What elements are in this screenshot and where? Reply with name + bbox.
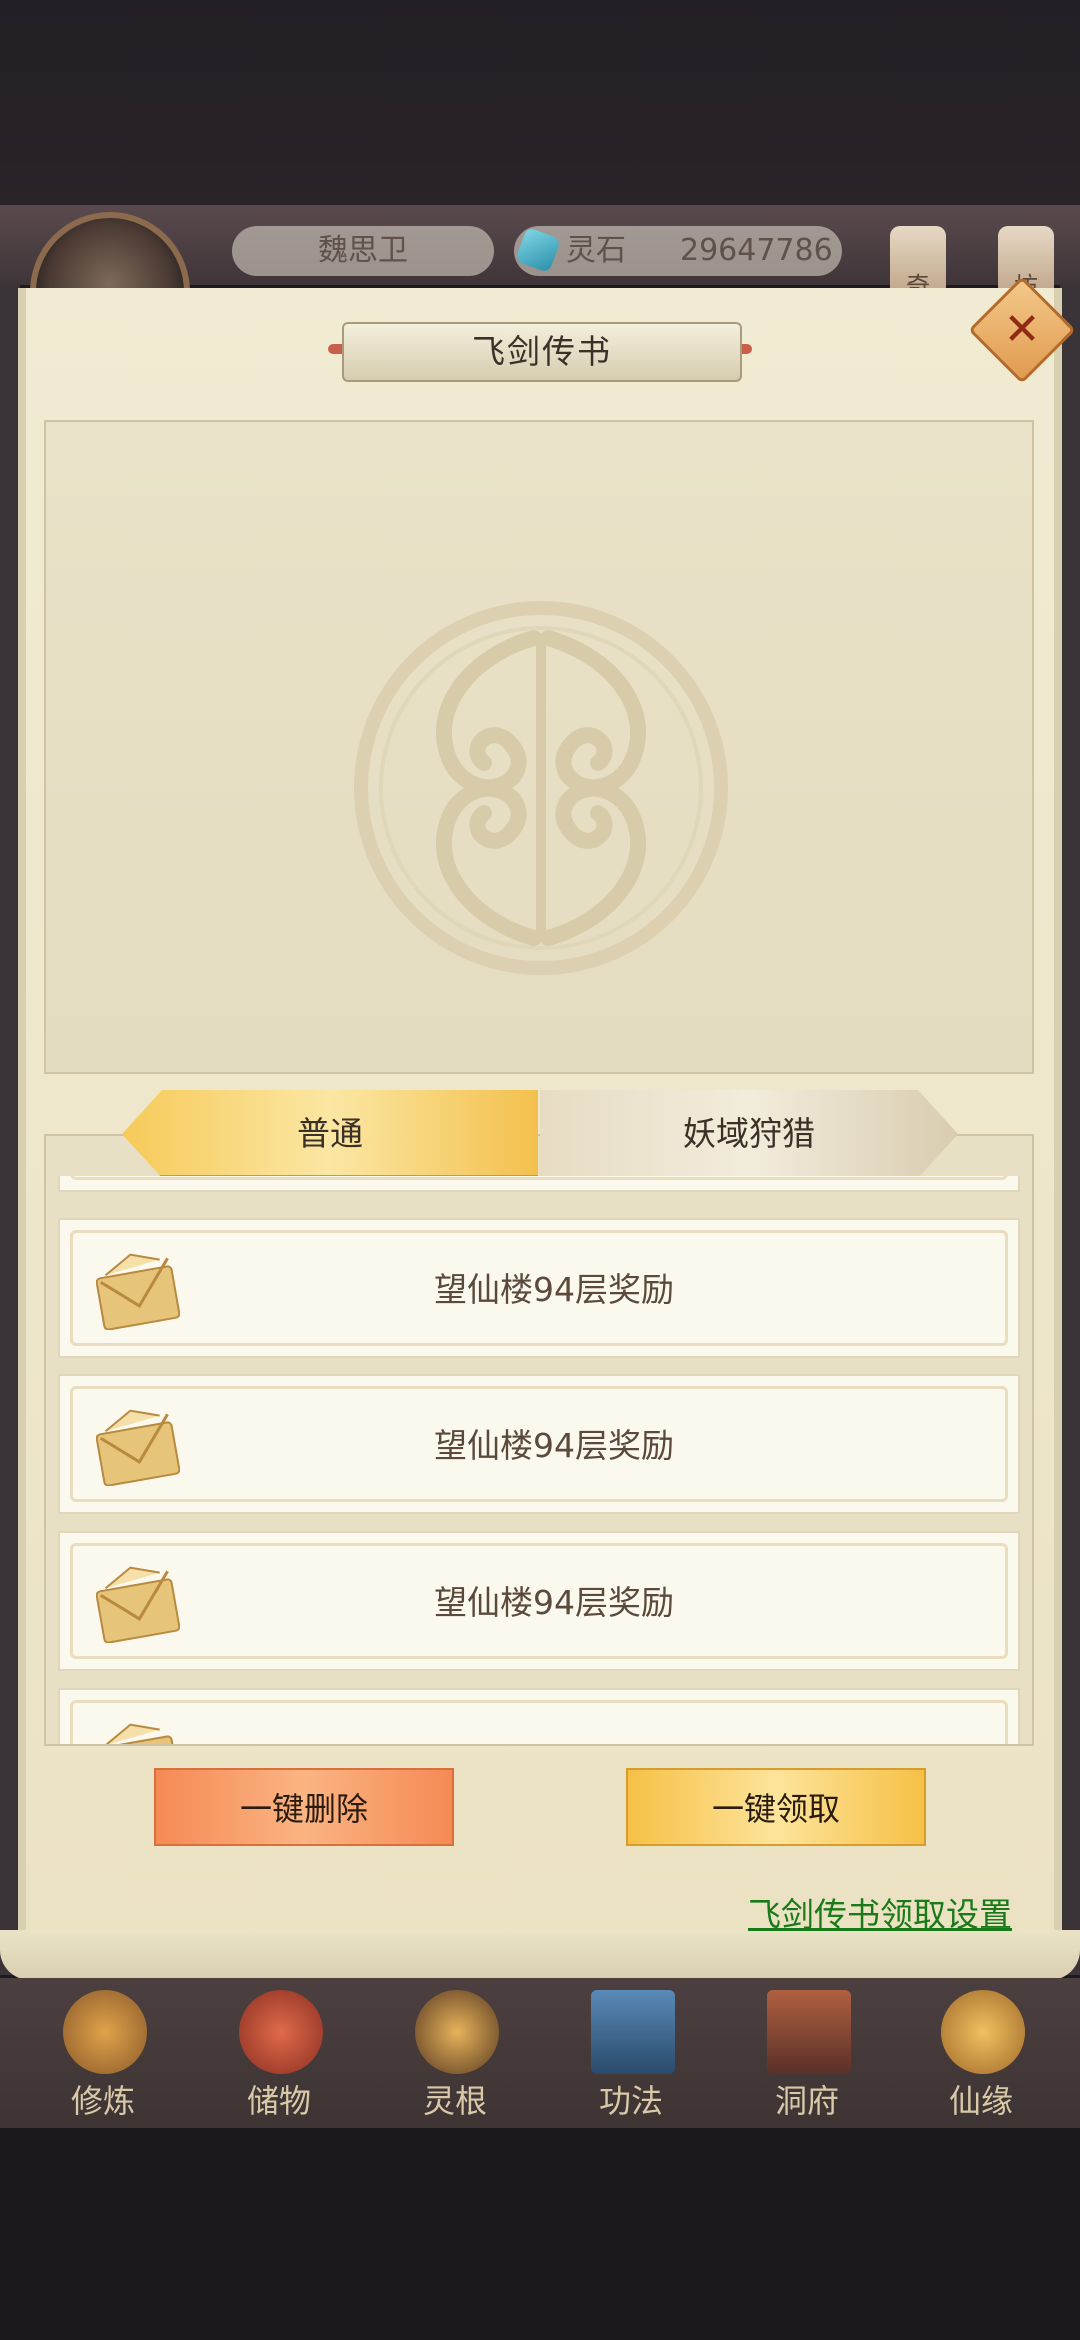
technique-book-icon <box>591 1990 675 2074</box>
left-edge <box>0 285 20 1975</box>
spirit-root-icon <box>415 1990 499 2074</box>
nav-label: 修炼 <box>70 2082 135 2120</box>
nav-label: 灵根 <box>422 2082 487 2120</box>
nav-label: 储物 <box>246 2082 311 2120</box>
mail-title: 望仙楼94层奖励 <box>434 1270 674 1309</box>
nav-technique[interactable]: 功法 <box>556 1990 706 2125</box>
envelope-icon <box>96 1723 180 1744</box>
mail-title: 望仙楼94层奖励 <box>434 1583 674 1622</box>
cloud-emblem-icon <box>354 601 728 975</box>
dialog-title: 飞剑传书 <box>342 322 742 382</box>
nav-immortal-fate[interactable]: 仙缘 <box>906 1990 1056 2125</box>
list-item[interactable] <box>58 1176 1020 1192</box>
nav-label: 仙缘 <box>948 2082 1013 2120</box>
delete-all-button[interactable]: 一键删除 <box>154 1768 454 1846</box>
list-item[interactable]: 望仙楼94层奖励 <box>58 1218 1020 1358</box>
bottom-dark-band <box>0 2128 1080 2340</box>
nav-storage[interactable]: 储物 <box>204 1990 354 2125</box>
mail-title: 望仙楼94层奖励 <box>434 1426 674 1465</box>
player-name: 魏思卫 <box>232 226 494 276</box>
tab-demon-hunt[interactable]: 妖域狩猎 <box>540 1090 958 1178</box>
nav-cave[interactable]: 洞府 <box>732 1990 882 2125</box>
storage-bag-icon <box>239 1990 323 2074</box>
list-item[interactable]: 望仙楼94层奖励 <box>58 1374 1020 1514</box>
claim-all-button[interactable]: 一键领取 <box>626 1768 926 1846</box>
nav-spirit-root[interactable]: 灵根 <box>380 1990 530 2125</box>
list-item[interactable]: 望仙楼94层奖励 <box>58 1531 1020 1671</box>
resource-value: 29647786 <box>680 233 833 268</box>
cultivate-icon <box>63 1990 147 2074</box>
tab-normal[interactable]: 普通 <box>122 1090 538 1178</box>
list-item[interactable] <box>58 1688 1020 1744</box>
mail-list[interactable]: 望仙楼94层奖励 望仙楼94层奖励 望仙楼94层奖励 <box>56 1176 1022 1744</box>
resource-label: 灵石 <box>566 233 626 268</box>
nav-label: 洞府 <box>774 2082 839 2120</box>
right-edge <box>1060 285 1080 1975</box>
nav-cultivate[interactable]: 修炼 <box>28 1990 178 2125</box>
top-dark-band <box>0 0 1080 205</box>
dialog-scroll-bottom <box>0 1930 1080 1980</box>
claim-settings-link[interactable]: 飞剑传书领取设置 <box>748 1888 1012 1936</box>
close-icon[interactable]: ✕ <box>984 292 1060 368</box>
immortal-fate-icon <box>941 1990 1025 2074</box>
cave-dwelling-icon <box>767 1990 851 2074</box>
nav-label: 功法 <box>598 2082 663 2120</box>
